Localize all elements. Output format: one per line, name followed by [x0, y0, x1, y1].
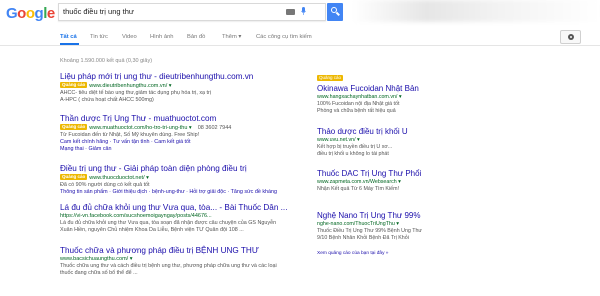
ad-badge: Quảng cáo — [60, 174, 88, 180]
result-desc: Đã có 90% người dùng có kết quả tốt — [60, 182, 150, 188]
result-desc: AHCC- tiêu diệt tế bào ung thư,giảm tác … — [60, 90, 212, 96]
tab-images[interactable]: Hình ảnh — [150, 34, 174, 40]
right-ad: Nghệ Nano Trị Ung Thư 99% nghe-nano.com/… — [317, 211, 517, 241]
logo-letter: o — [25, 5, 35, 22]
result-url[interactable]: www.thuocduoctot.net/ ▾ — [89, 175, 149, 181]
ad-desc: Nhận Kết quả Từ 6 Máy Tìm Kiếm! — [317, 185, 399, 192]
sitelinks[interactable]: Cam kết chính hãng · Tư vấn tận tình · C… — [60, 139, 310, 146]
organic-result: Lá đu đủ chữa khỏi ung thư Vưa qua, tòa.… — [60, 203, 310, 234]
organic-result: Thuốc chữa và phương pháp điều trị BỆNH … — [60, 246, 310, 277]
ad-desc: điều trị khối u không lo tái phát — [317, 150, 389, 157]
result-url[interactable]: www.bacsichuaungthu.com/ ▾ — [60, 256, 310, 263]
logo-letter: g — [34, 5, 44, 22]
ad-desc: 100% Fucoidan nội địa Nhật giá tốt — [317, 100, 400, 107]
result-desc: Lá đu đủ chữa khỏi ung thư Vưa qua, tòa … — [60, 220, 277, 226]
keyboard-icon[interactable] — [286, 9, 295, 15]
ad-result: Liệu pháp mới trị ung thư - dieutribenhu… — [60, 72, 310, 104]
ad-title[interactable]: Thuốc DAC Trị Ung Thư Phổi — [317, 169, 517, 179]
result-title[interactable]: Liệu pháp mới trị ung thư - dieutribenhu… — [60, 72, 310, 82]
ad-url[interactable]: www.hangxachaynhatban.com.vn/ ▾ — [317, 94, 517, 101]
ad-url[interactable]: www.zapmeta.com.vn/Websearch ▾ — [317, 179, 517, 186]
ad-title[interactable]: Nghệ Nano Trị Ung Thư 99% — [317, 211, 517, 221]
tab-more[interactable]: Thêm ▾ — [222, 34, 241, 40]
ad-title[interactable]: Okinawa Fucoidan Nhật Bản — [317, 84, 517, 94]
ad-desc: Phòng và chữa bệnh rất hiệu quả — [317, 107, 396, 114]
tab-all[interactable]: Tất cả — [60, 34, 77, 40]
ad-title[interactable]: Thảo dược điều trị khối U — [317, 127, 517, 137]
tab-news[interactable]: Tin tức — [90, 34, 108, 40]
result-title[interactable]: Lá đu đủ chữa khỏi ung thư Vưa qua, tòa.… — [60, 203, 310, 213]
tab-maps[interactable]: Bản đồ — [187, 34, 205, 40]
result-desc: thuốc đang chữa số bổ thể để ... — [60, 269, 138, 276]
active-tab-indicator — [60, 43, 79, 45]
ad-desc: Thuốc Điều Trị Ung Thư 99% Bệnh Ung Thư — [317, 227, 422, 234]
result-title[interactable]: Điều trị ung thư - Giải pháp toàn diện p… — [60, 164, 310, 174]
ad-badge: Quảng cáo — [60, 82, 88, 88]
logo-letter: o — [17, 5, 26, 22]
sitelinks[interactable]: Mạng thai · Giảm cân — [60, 146, 310, 153]
ad-url[interactable]: www.uvu.net.vn/ ▾ — [317, 137, 517, 144]
result-desc: Thuốc chữa ung thư và cách điều trị bệnh… — [60, 263, 277, 269]
microphone-icon[interactable] — [301, 7, 306, 16]
result-desc: Từ Fucoidan đến từ Nhật, Số Mỹ khuyên dù… — [60, 132, 200, 138]
search-input[interactable]: thuốc điều trị ung thư — [58, 3, 326, 21]
ad-result: Điều trị ung thư - Giải pháp toàn diện p… — [60, 164, 310, 196]
result-title[interactable]: Thần dược Trị Ung Thư - muathuoctot.com — [60, 114, 310, 124]
settings-button[interactable] — [560, 30, 581, 44]
result-stats: Khoảng 1.590.000 kết quả (0,30 giây) — [60, 58, 153, 64]
ad-result: Thần dược Trị Ung Thư - muathuoctot.com … — [60, 114, 310, 153]
ad-badge: Quảng cáo — [60, 124, 88, 130]
right-ad: Okinawa Fucoidan Nhật Bản www.hangxachay… — [317, 84, 517, 114]
logo-letter: e — [46, 5, 55, 22]
result-url[interactable]: https://vi-vn.facebook.com/sucshoemoigay… — [60, 213, 310, 220]
search-tabs: Tất cả Tin tức Video Hình ảnh Bản đồ Thê… — [0, 28, 600, 46]
search-header: Google thuốc điều trị ung thư — [0, 0, 600, 28]
search-button[interactable] — [327, 3, 343, 21]
search-query[interactable]: thuốc điều trị ung thư — [63, 7, 134, 16]
ad-desc: 9/10 Bệnh Nhân Khỏi Bệnh Đã Trị Khỏi — [317, 234, 409, 241]
tab-video[interactable]: Video — [122, 34, 137, 40]
phone-number[interactable]: 08 3602 7944 — [198, 125, 232, 131]
tab-search-tools[interactable]: Các công cụ tìm kiếm — [256, 34, 312, 40]
result-url[interactable]: www.dieutribenhungthu.com.vn/ ▾ — [89, 83, 171, 89]
ad-label: Quảng cáo — [317, 75, 344, 81]
ad-url[interactable]: nghe-nano.com/ThuocTriUngThu ▾ — [317, 221, 517, 228]
result-desc: Xuân Hiền, nguyên Chủ nhiệm Khoa Da Liễu… — [60, 226, 244, 233]
result-url[interactable]: www.muathuoctot.com/ho-tro-tri-ung-thu ▾ — [89, 125, 191, 131]
right-ad: Thảo dược điều trị khối U www.uvu.net.vn… — [317, 127, 517, 157]
result-desc: A-HPC ( chứa hoạt chất AHCC 500mg) — [60, 96, 154, 103]
google-logo[interactable]: Google — [6, 5, 55, 22]
ad-desc: Kết hợp bị truyền điều trị U xơ... — [317, 143, 393, 150]
blurred-region — [352, 0, 600, 22]
logo-letter: G — [6, 5, 18, 22]
see-your-ad-link[interactable]: Xem quảng cáo của bạn tại đây » — [317, 251, 388, 256]
gear-icon — [568, 34, 574, 40]
right-ad: Thuốc DAC Trị Ung Thư Phổi www.zapmeta.c… — [317, 169, 517, 193]
result-title[interactable]: Thuốc chữa và phương pháp điều trị BỆNH … — [60, 246, 310, 256]
sitelinks[interactable]: Thông tin sản phẩm · Giới thiệu dịch · b… — [60, 189, 310, 196]
